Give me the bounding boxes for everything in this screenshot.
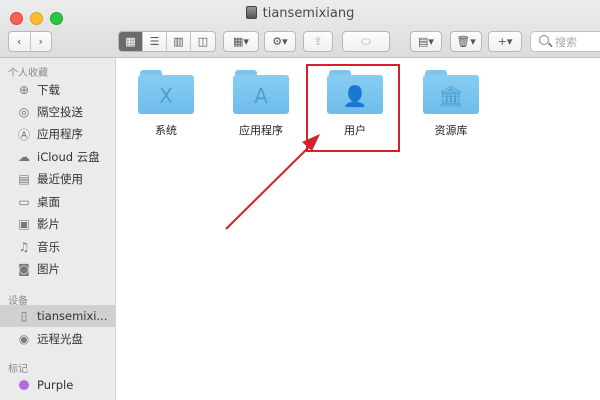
annotation-arrow-icon: [225, 134, 320, 230]
